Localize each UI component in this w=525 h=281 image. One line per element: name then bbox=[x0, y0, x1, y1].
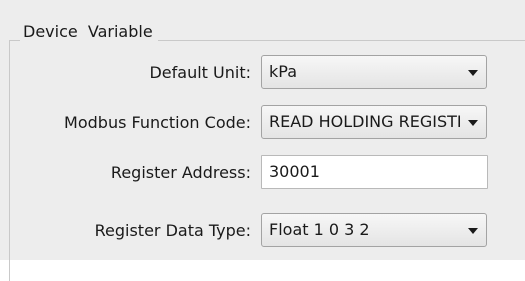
default-unit-value: kPa bbox=[269, 62, 297, 81]
register-address-label: Register Address: bbox=[110, 163, 251, 182]
register-data-type-label: Register Data Type: bbox=[94, 221, 251, 240]
register-address-input[interactable]: 30001 bbox=[261, 155, 488, 189]
default-unit-label: Default Unit: bbox=[149, 63, 251, 82]
modbus-function-code-label: Modbus Function Code: bbox=[64, 113, 251, 132]
modbus-function-code-row: Modbus Function Code: READ HOLDING REGIS… bbox=[0, 105, 525, 141]
register-address-row: Register Address: 30001 bbox=[0, 155, 525, 191]
register-address-value: 30001 bbox=[269, 162, 320, 181]
chevron-down-icon[interactable] bbox=[468, 120, 478, 126]
modbus-function-code-value: READ HOLDING REGISTERS bbox=[269, 112, 460, 131]
modbus-function-code-select[interactable]: READ HOLDING REGISTERS bbox=[261, 105, 487, 139]
register-data-type-row: Register Data Type: Float 1 0 3 2 bbox=[0, 213, 525, 249]
chevron-down-icon[interactable] bbox=[468, 228, 478, 234]
register-data-type-value: Float 1 0 3 2 bbox=[269, 220, 370, 239]
register-data-type-select[interactable]: Float 1 0 3 2 bbox=[261, 213, 487, 247]
chevron-down-icon[interactable] bbox=[468, 70, 478, 76]
group-title: Device Variable bbox=[20, 22, 158, 42]
device-variable-panel: Device Variable Default Unit: kPa Modbus… bbox=[0, 0, 525, 281]
default-unit-select[interactable]: kPa bbox=[261, 55, 487, 89]
default-unit-row: Default Unit: kPa bbox=[0, 55, 525, 91]
